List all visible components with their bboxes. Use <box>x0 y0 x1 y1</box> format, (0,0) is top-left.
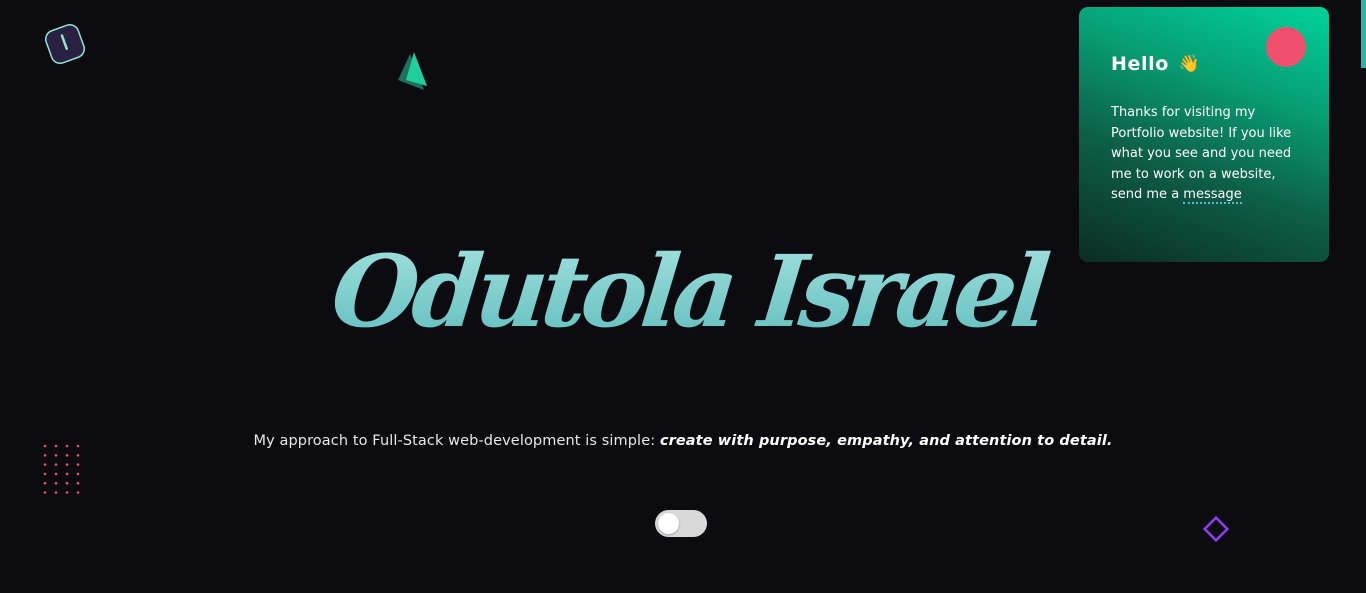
dot <box>43 481 47 485</box>
hero-name: Odutola Israel <box>300 186 1070 366</box>
greeting-title-text: Hello <box>1111 53 1169 75</box>
dot <box>54 481 58 485</box>
hero-name-text: Odutola Israel <box>327 234 1054 350</box>
dot <box>76 444 80 448</box>
dot <box>43 444 47 448</box>
tagline-plain: My approach to Full-Stack web-developmen… <box>253 433 660 449</box>
dot <box>43 463 47 466</box>
dot <box>54 491 58 494</box>
dot <box>65 481 69 485</box>
portfolio-page: Odutola Israel My approach to Full-Stack… <box>0 0 1366 593</box>
message-link[interactable]: message <box>1183 187 1242 205</box>
dot <box>43 472 47 476</box>
dot <box>65 491 69 494</box>
dot <box>54 454 58 457</box>
logo-icon[interactable] <box>43 22 86 65</box>
dot <box>76 463 80 466</box>
dot <box>65 444 69 448</box>
theme-toggle[interactable] <box>655 510 707 537</box>
dot <box>76 472 80 476</box>
scrollbar[interactable] <box>1361 0 1366 593</box>
greeting-message: Thanks for visiting my Portfolio website… <box>1111 103 1297 206</box>
dot <box>65 454 69 457</box>
triangle-decoration-icon <box>394 50 430 94</box>
dot <box>43 491 47 494</box>
diamond-decoration-icon <box>1200 513 1230 543</box>
tagline-emphasis: create with purpose, empathy, and attent… <box>659 433 1113 449</box>
close-badge[interactable] <box>1266 27 1306 67</box>
tagline: My approach to Full-Stack web-developmen… <box>0 433 1366 449</box>
wave-icon: 👋 <box>1178 54 1201 74</box>
dot <box>54 472 58 476</box>
dot <box>65 472 69 476</box>
dot <box>54 463 58 466</box>
dot <box>43 454 47 457</box>
dot <box>76 481 80 485</box>
greeting-card: Hello 👋 Thanks for visiting my Portfolio… <box>1079 7 1329 262</box>
scrollbar-thumb[interactable] <box>1361 0 1366 68</box>
dot <box>54 444 58 448</box>
dots-decoration-icon <box>43 444 83 496</box>
toggle-knob <box>658 513 679 534</box>
dot <box>76 454 80 457</box>
dot <box>76 491 80 494</box>
dot <box>65 463 69 466</box>
